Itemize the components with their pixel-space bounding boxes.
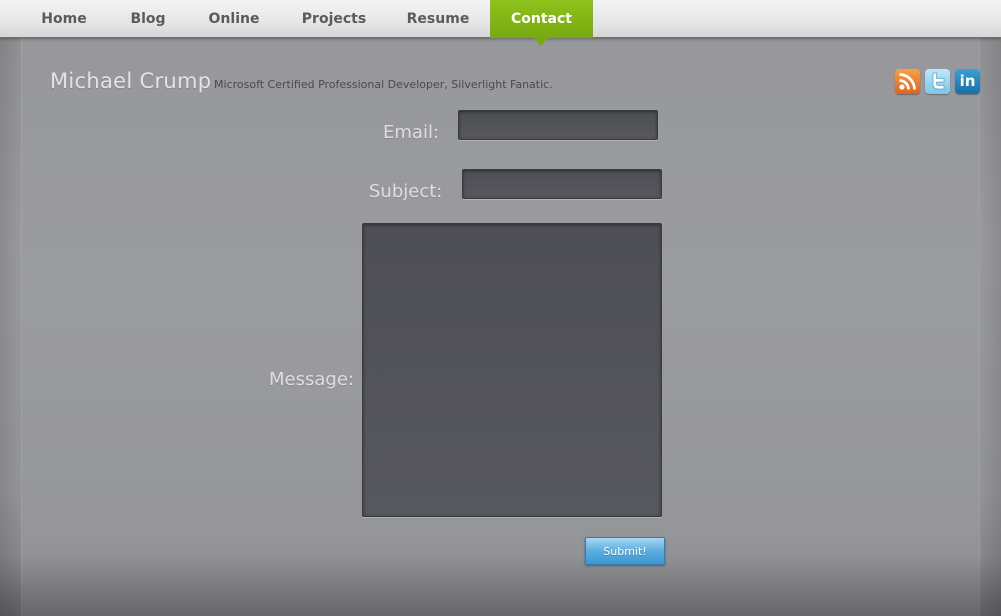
nav-contact-link[interactable]: Contact (490, 0, 593, 38)
twitter-icon[interactable] (925, 69, 950, 94)
rss-icon[interactable] (895, 69, 920, 94)
email-field[interactable] (458, 110, 658, 140)
email-label: Email: (383, 122, 440, 143)
message-label: Message: (269, 369, 354, 390)
nav-blog-link[interactable]: Blog (114, 0, 182, 38)
subject-field[interactable] (462, 169, 662, 199)
message-textarea[interactable] (362, 223, 662, 517)
site-title: Michael Crump (50, 69, 212, 93)
linkedin-icon[interactable]: in (955, 69, 980, 94)
nav-projects-link[interactable]: Projects (288, 0, 380, 38)
right-edge-shade (979, 38, 1001, 616)
bottom-shade (0, 556, 1001, 616)
nav-home-link[interactable]: Home (26, 0, 102, 38)
nav-resume-link[interactable]: Resume (394, 0, 482, 38)
left-edge-shade (0, 38, 22, 616)
site-tagline: Microsoft Certified Professional Develop… (214, 78, 553, 91)
nav-online-link[interactable]: Online (194, 0, 274, 38)
subject-label: Subject: (369, 181, 443, 202)
active-tab-pointer (534, 38, 548, 46)
submit-button[interactable]: Submit! (585, 537, 665, 565)
top-navigation: Home Blog Online Projects Resume Contact (0, 0, 1001, 38)
